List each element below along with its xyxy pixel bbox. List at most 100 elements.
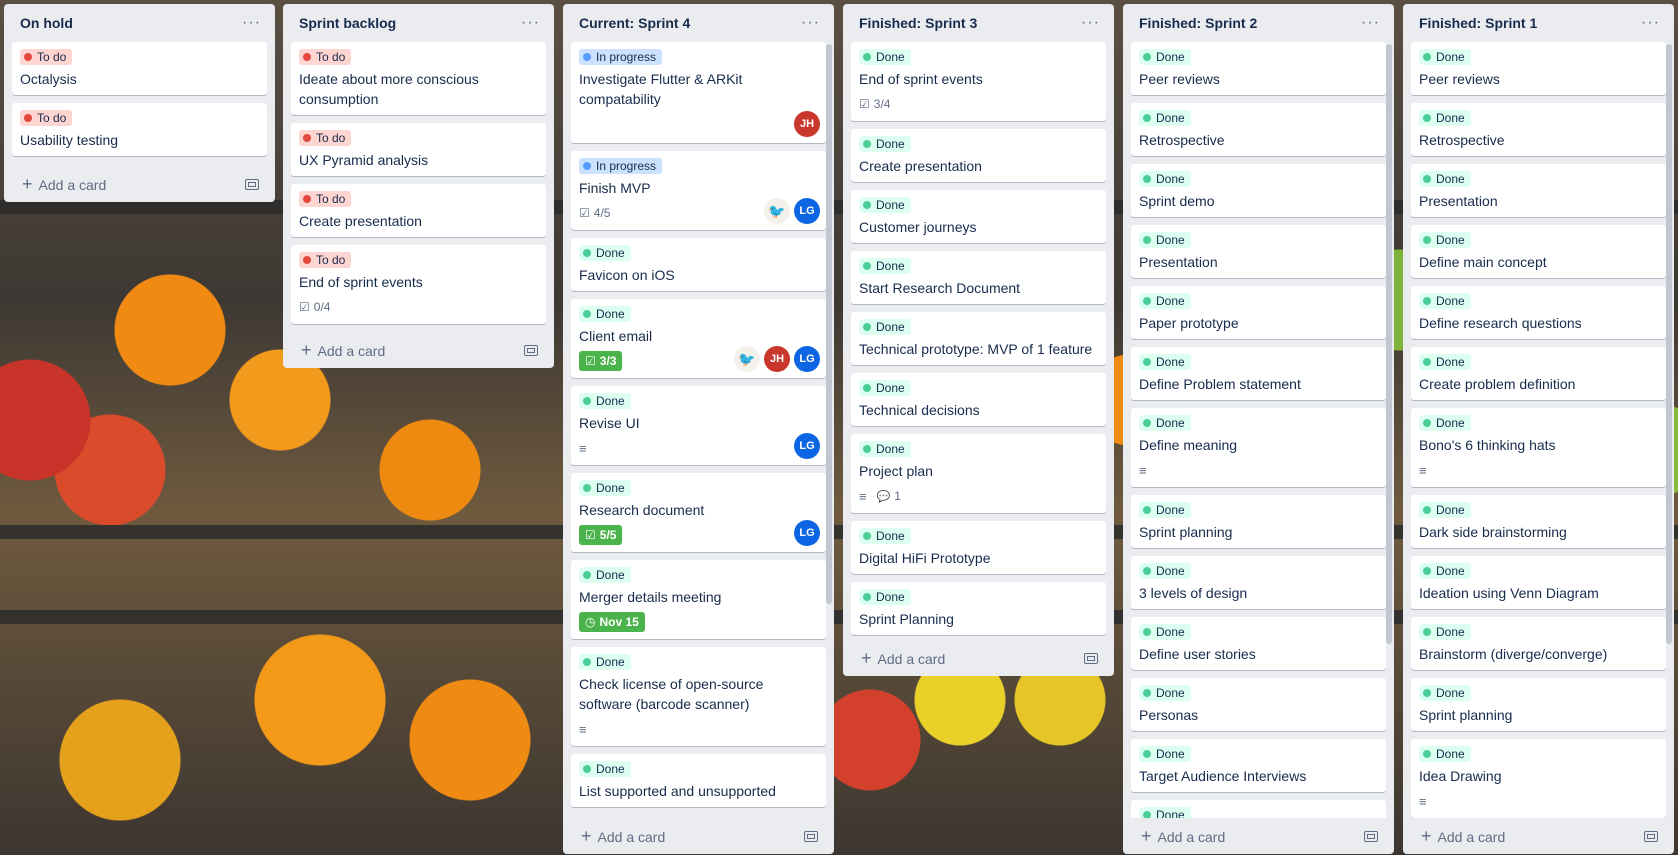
status-label[interactable]: To do (299, 130, 352, 146)
list-title[interactable]: Finished: Sprint 2 (1139, 15, 1257, 31)
card-template-icon[interactable] (524, 344, 538, 356)
add-card-link[interactable]: + Add a card (861, 648, 945, 669)
add-card-button[interactable]: + Add a card (1131, 818, 1386, 854)
status-label[interactable]: Done (1419, 415, 1471, 431)
add-card-link[interactable]: + Add a card (1141, 826, 1225, 847)
status-label[interactable]: Done (859, 380, 911, 396)
card[interactable]: Done Project plan ≡ 💬 1 (851, 434, 1106, 513)
list-scrollbar[interactable] (1666, 44, 1672, 644)
card[interactable]: Done Favicon on iOS (571, 238, 826, 291)
card[interactable]: Done Retrospective (1131, 103, 1386, 156)
avatar-lg[interactable]: LG (794, 198, 820, 224)
add-card-link[interactable]: + Add a card (581, 826, 665, 847)
status-label[interactable]: Done (1419, 746, 1471, 762)
card[interactable]: Done (1131, 800, 1386, 818)
ellipsis-icon[interactable]: ··· (1641, 14, 1660, 32)
list-header[interactable]: Finished: Sprint 3 ··· (851, 4, 1106, 42)
status-label[interactable]: Done (1419, 685, 1471, 701)
add-card-button[interactable]: + Add a card (851, 640, 1106, 676)
card[interactable]: Done Digital HiFi Prototype (851, 521, 1106, 574)
add-card-link[interactable]: + Add a card (301, 340, 385, 361)
list-title[interactable]: Finished: Sprint 1 (1419, 15, 1537, 31)
ellipsis-icon[interactable]: ··· (1361, 14, 1380, 32)
card[interactable]: Done End of sprint events ☑ 3/4 (851, 42, 1106, 121)
list-header[interactable]: Finished: Sprint 1 ··· (1411, 4, 1666, 42)
status-label[interactable]: Done (579, 245, 631, 261)
card-template-icon[interactable] (245, 178, 259, 190)
card[interactable]: Done Peer reviews (1131, 42, 1386, 95)
card[interactable]: Done Check license of open-source softwar… (571, 647, 826, 746)
card-template-icon[interactable] (1084, 652, 1098, 664)
bird-avatar[interactable]: 🐦 (764, 198, 790, 224)
status-label[interactable]: Done (859, 197, 911, 213)
status-label[interactable]: Done (859, 136, 911, 152)
list-header[interactable]: Finished: Sprint 2 ··· (1131, 4, 1386, 42)
status-label[interactable]: Done (1139, 171, 1191, 187)
status-label[interactable]: Done (1139, 746, 1191, 762)
ellipsis-icon[interactable]: ··· (242, 14, 261, 32)
card[interactable]: Done Technical decisions (851, 373, 1106, 426)
add-card-link[interactable]: + Add a card (22, 174, 106, 195)
status-label[interactable]: To do (299, 191, 352, 207)
status-label[interactable]: Done (859, 441, 911, 457)
card[interactable]: To do Usability testing (12, 103, 267, 156)
avatar-jh[interactable]: JH (794, 111, 820, 137)
status-label[interactable]: To do (299, 252, 352, 268)
list-scrollbar[interactable] (826, 44, 832, 604)
card[interactable]: Done Define Problem statement (1131, 347, 1386, 400)
card[interactable]: To do Octalysis (12, 42, 267, 95)
status-label[interactable]: In progress (579, 49, 663, 65)
card[interactable]: Done Sprint planning (1411, 678, 1666, 731)
card[interactable]: Done Customer journeys (851, 190, 1106, 243)
list-header[interactable]: Current: Sprint 4 ··· (571, 4, 826, 42)
status-label[interactable]: Done (1139, 354, 1191, 370)
card[interactable]: Done Brainstorm (diverge/converge) (1411, 617, 1666, 670)
card[interactable]: Done List supported and unsupported (571, 754, 826, 807)
card[interactable]: To do UX Pyramid analysis (291, 123, 546, 176)
status-label[interactable]: To do (20, 110, 73, 126)
card[interactable]: Done Idea Drawing ≡ (1411, 739, 1666, 818)
list-title[interactable]: Finished: Sprint 3 (859, 15, 977, 31)
due-date-badge[interactable]: ◷ Nov 15 (579, 612, 645, 632)
card-template-icon[interactable] (1364, 830, 1378, 842)
card[interactable]: Done Sprint planning (1131, 495, 1386, 548)
card[interactable]: Done Sprint Planning (851, 582, 1106, 635)
status-label[interactable]: Done (859, 528, 911, 544)
add-card-button[interactable]: + Add a card (571, 818, 826, 854)
card[interactable]: To do Create presentation (291, 184, 546, 237)
card[interactable]: Done Presentation (1131, 225, 1386, 278)
list-header[interactable]: Sprint backlog ··· (291, 4, 546, 42)
card[interactable]: Done Presentation (1411, 164, 1666, 217)
card[interactable]: Done Dark side brainstorming (1411, 495, 1666, 548)
list-title[interactable]: On hold (20, 15, 73, 31)
card[interactable]: Done Merger details meeting ◷ Nov 15 (571, 560, 826, 639)
status-label[interactable]: Done (1139, 624, 1191, 640)
status-label[interactable]: Done (579, 306, 631, 322)
card[interactable]: Done Target Audience Interviews (1131, 739, 1386, 792)
status-label[interactable]: Done (1419, 171, 1471, 187)
bird-avatar[interactable]: 🐦 (734, 346, 760, 372)
card[interactable]: Done Ideation using Venn Diagram (1411, 556, 1666, 609)
status-label[interactable]: Done (1419, 502, 1471, 518)
status-label[interactable]: Done (1419, 563, 1471, 579)
list-scrollbar[interactable] (1386, 44, 1392, 644)
status-label[interactable]: Done (1139, 563, 1191, 579)
avatar-jh[interactable]: JH (764, 346, 790, 372)
status-label[interactable]: Done (1139, 502, 1191, 518)
status-label[interactable]: Done (1419, 293, 1471, 309)
ellipsis-icon[interactable]: ··· (521, 14, 540, 32)
card[interactable]: To do End of sprint events ☑ 0/4 (291, 245, 546, 324)
card[interactable]: Done Client email ☑ 3/3 🐦 JH LG (571, 299, 826, 378)
status-label[interactable]: Done (859, 258, 911, 274)
status-label[interactable]: Done (1139, 49, 1191, 65)
card[interactable]: Done 3 levels of design (1131, 556, 1386, 609)
card[interactable]: Done Define meaning ≡ (1131, 408, 1386, 487)
card[interactable]: Done Personas (1131, 678, 1386, 731)
ellipsis-icon[interactable]: ··· (801, 14, 820, 32)
card[interactable]: Done Bono's 6 thinking hats ≡ (1411, 408, 1666, 487)
status-label[interactable]: Done (1139, 415, 1191, 431)
card[interactable]: Done Sprint demo (1131, 164, 1386, 217)
card[interactable]: Done Peer reviews (1411, 42, 1666, 95)
card[interactable]: Done Research document ☑ 5/5 LG (571, 473, 826, 552)
avatar-lg[interactable]: LG (794, 520, 820, 546)
